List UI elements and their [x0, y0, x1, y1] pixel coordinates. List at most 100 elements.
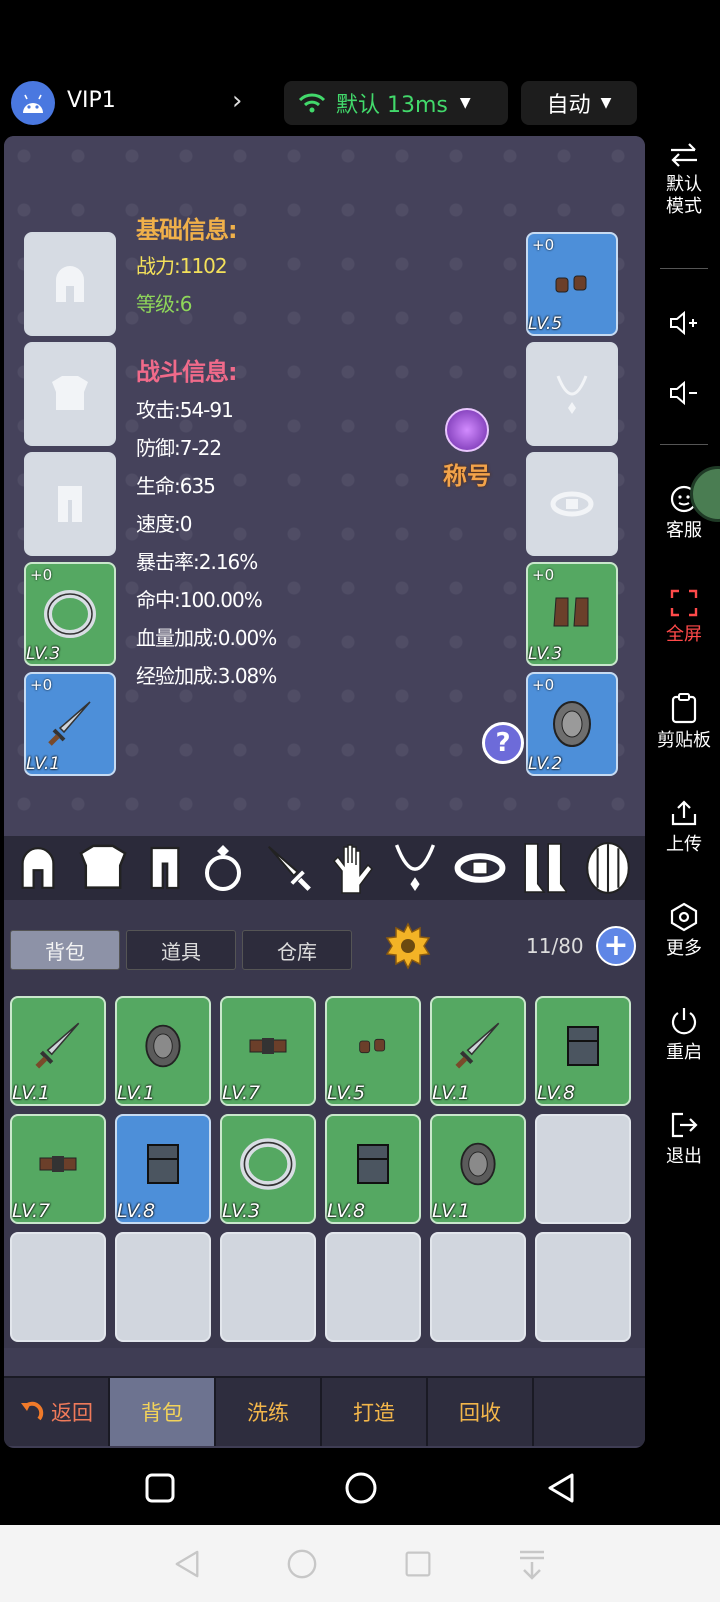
title-orb-icon	[445, 408, 489, 452]
caret-down-icon: ▼	[600, 95, 612, 111]
sword-icon	[35, 1022, 80, 1069]
hp-stat: 生命:635	[136, 474, 216, 498]
attack-stat: 攻击:54-91	[136, 398, 234, 422]
equip-slot-helmet[interactable]	[24, 232, 116, 336]
equip-slot-boots[interactable]: +0 LV.3	[526, 562, 618, 666]
volume-up-button[interactable]	[648, 310, 720, 342]
equip-slot-shield[interactable]: +0 LV.2	[526, 672, 618, 776]
restart-button[interactable]: 重启	[648, 1006, 720, 1064]
equip-slot-armor[interactable]	[24, 342, 116, 446]
fullscreen-label: 全屏	[666, 624, 702, 645]
swap-icon	[671, 143, 697, 167]
ring-icon[interactable]	[201, 841, 245, 895]
boots-icon	[553, 597, 589, 627]
exit-label: 退出	[666, 1146, 702, 1167]
tab-items[interactable]: 道具	[126, 930, 236, 970]
sword-icon[interactable]	[261, 841, 315, 895]
armor-icon[interactable]	[76, 843, 130, 893]
equip-slot-weapon[interactable]: +0 LV.1	[24, 672, 116, 776]
more-button[interactable]: 更多	[648, 902, 720, 960]
inventory-slot-empty[interactable]	[430, 1232, 526, 1342]
inventory-slot[interactable]: LV.7	[10, 1114, 106, 1224]
glove-icon[interactable]	[330, 841, 376, 895]
gloves-icon	[359, 1038, 386, 1053]
default-mode-button[interactable]: 默认 模式	[648, 142, 720, 218]
boots-icon[interactable]	[521, 839, 568, 897]
back-icon[interactable]	[173, 1549, 201, 1579]
title-badge-button[interactable]: 称号	[436, 408, 498, 491]
equip-slot-pants[interactable]	[24, 452, 116, 556]
power-stat: 战力:1102	[136, 254, 228, 278]
hit-stat: 命中:100.00%	[136, 588, 263, 612]
inventory-slot-empty[interactable]	[535, 1114, 631, 1224]
inventory-slot[interactable]: LV.1	[430, 996, 526, 1106]
expand-inventory-button[interactable]: +	[596, 926, 636, 966]
inventory-slot-empty[interactable]	[115, 1232, 211, 1342]
belt-icon[interactable]	[454, 851, 506, 885]
top-bar: VIP1 › 默认 13ms ▼ 自动 ▼	[0, 78, 720, 128]
item-level: LV.5	[327, 1082, 366, 1104]
back-button[interactable]: 返回	[4, 1378, 110, 1446]
pull-down-icon[interactable]	[517, 1548, 547, 1580]
ring-icon	[240, 1137, 296, 1190]
inventory-slot[interactable]: LV.5	[325, 996, 421, 1106]
refine-button[interactable]: 洗练	[216, 1378, 322, 1446]
inventory-slot-empty[interactable]	[10, 1232, 106, 1342]
inventory-slot-empty[interactable]	[535, 1232, 631, 1342]
item-level: LV.8	[537, 1082, 576, 1104]
equip-slot-ring[interactable]: +0 LV.3	[24, 562, 116, 666]
inventory-slot[interactable]: LV.3	[220, 1114, 316, 1224]
screen: VIP1 › 默认 13ms ▼ 自动 ▼ 默认 模式 客服 全屏 剪贴板 上传…	[0, 0, 720, 1602]
helmet-icon	[56, 266, 84, 302]
upload-icon	[671, 800, 697, 826]
quality-selector[interactable]: 自动 ▼	[521, 81, 637, 125]
pants-icon[interactable]	[145, 841, 185, 895]
exit-button[interactable]: 退出	[648, 1110, 720, 1168]
upload-button[interactable]: 上传	[648, 798, 720, 856]
inventory-slot[interactable]: LV.1	[10, 996, 106, 1106]
clipboard-button[interactable]: 剪贴板	[648, 692, 720, 752]
inventory-slot[interactable]: LV.1	[430, 1114, 526, 1224]
game-bottom-bar: 返回 背包 洗练 打造 回收	[4, 1376, 645, 1446]
recent-apps-icon[interactable]	[404, 1550, 432, 1578]
default-mode-line2: 模式	[666, 196, 702, 217]
necklace-icon	[556, 375, 588, 414]
network-selector[interactable]: 默认 13ms ▼	[284, 81, 508, 125]
item-level: LV.3	[222, 1200, 261, 1222]
fullscreen-button[interactable]: 全屏	[648, 588, 720, 646]
equip-slot-gloves[interactable]: +0 LV.5	[526, 232, 618, 336]
helmet-icon[interactable]	[16, 842, 60, 894]
back-icon[interactable]	[546, 1472, 576, 1504]
inventory-slot[interactable]: LV.8	[115, 1114, 211, 1224]
volume-down-button[interactable]	[648, 380, 720, 412]
tab-warehouse[interactable]: 仓库	[242, 930, 352, 970]
help-button[interactable]: ?	[482, 722, 524, 764]
forge-button[interactable]: 打造	[322, 1378, 428, 1446]
equip-slot-necklace[interactable]	[526, 342, 618, 446]
inventory-slot[interactable]: LV.7	[220, 996, 316, 1106]
item-level: LV.7	[222, 1082, 261, 1104]
back-arrow-icon	[21, 1401, 44, 1421]
inventory-slot-empty[interactable]	[220, 1232, 316, 1342]
item-level: LV.8	[117, 1200, 156, 1222]
tab-bag[interactable]: 背包	[10, 930, 120, 970]
necklace-icon[interactable]	[392, 839, 438, 897]
home-icon[interactable]	[286, 1548, 318, 1580]
emulator-sidebar: 默认 模式 客服 全屏 剪贴板 上传 更多 重启 退出	[648, 130, 720, 1210]
home-icon[interactable]	[344, 1471, 378, 1505]
vip-label[interactable]: VIP1	[67, 88, 116, 113]
recycle-button[interactable]: 回收	[428, 1378, 534, 1446]
inventory-slot-empty[interactable]	[325, 1232, 421, 1342]
recent-apps-icon[interactable]	[144, 1472, 176, 1504]
inventory-slot[interactable]: LV.1	[115, 996, 211, 1106]
bag-button[interactable]: 背包	[110, 1378, 216, 1446]
gear-icon[interactable]	[384, 922, 432, 970]
inventory-slot[interactable]: LV.8	[535, 996, 631, 1106]
shield-icon[interactable]	[583, 840, 633, 896]
item-level: LV.1	[117, 1082, 156, 1104]
equip-slot-belt[interactable]	[526, 452, 618, 556]
chevron-right-icon[interactable]: ›	[232, 86, 242, 116]
inventory-slot[interactable]: LV.8	[325, 1114, 421, 1224]
enhance-level: +0	[30, 566, 53, 584]
android-avatar-icon[interactable]	[11, 81, 55, 125]
